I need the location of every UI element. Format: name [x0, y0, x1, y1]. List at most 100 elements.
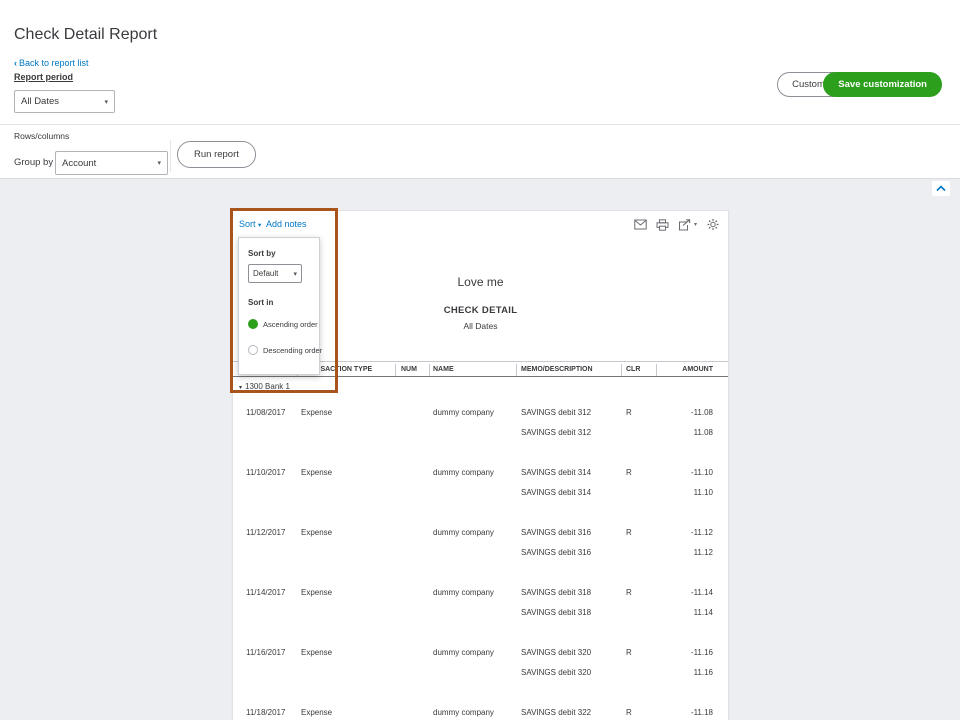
transaction-row[interactable]: 11/14/2017 Expense dummy company SAVINGS de… — [233, 583, 728, 603]
transaction-subrow[interactable]: SAVINGS debit 312 11.08 — [233, 423, 728, 443]
add-notes-link[interactable]: Add notes — [266, 219, 307, 229]
chevron-down-icon: ▾ — [104, 98, 108, 106]
cell-clr: R — [626, 648, 632, 657]
cell-amount: -11.10 — [690, 468, 713, 477]
cell-clr: R — [626, 588, 632, 597]
descending-order-option[interactable]: Descending order — [248, 345, 322, 355]
column-header-num[interactable]: NUM — [401, 362, 417, 377]
chevron-down-icon: ▾ — [258, 222, 262, 229]
gear-icon[interactable] — [706, 218, 720, 231]
cell-name: dummy company — [433, 468, 494, 477]
column-divider — [429, 364, 430, 376]
transaction-subrow[interactable]: SAVINGS debit 318 11.14 — [233, 603, 728, 623]
cell-sub-amount: 11.12 — [693, 548, 713, 557]
transaction-block: 11/16/2017 Expense dummy company SAVINGS de… — [233, 643, 728, 703]
rows-columns-label: Rows/columns — [14, 131, 70, 141]
report-period-dropdown[interactable]: All Dates ▾ — [14, 90, 115, 113]
cell-date: 11/16/2017 — [246, 648, 286, 657]
transaction-subrow[interactable]: SAVINGS debit 314 11.10 — [233, 483, 728, 503]
column-header-amount[interactable]: AMOUNT — [643, 362, 713, 377]
transaction-block: 11/08/2017 Expense dummy company SAVINGS de… — [233, 403, 728, 463]
cell-sub-memo: SAVINGS debit 312 — [521, 428, 592, 437]
sort-popover: Sort by Default ▾ Sort in Ascending orde… — [238, 237, 322, 375]
cell-amount: -11.08 — [690, 408, 713, 417]
sort-by-value: Default — [253, 269, 279, 278]
cell-name: dummy company — [433, 528, 494, 537]
cell-amount: -11.14 — [690, 588, 713, 597]
check-detail-report-page: Check Detail Report ‹ Back to report list… — [0, 0, 960, 720]
run-report-button[interactable]: Run report — [177, 141, 256, 168]
cell-transaction-type: Expense — [301, 468, 333, 477]
export-icon[interactable] — [678, 218, 691, 231]
report-action-icons: ▾ — [634, 218, 720, 231]
transaction-block: 11/14/2017 Expense dummy company SAVINGS de… — [233, 583, 728, 643]
cell-transaction-type: Expense — [301, 648, 333, 657]
cell-transaction-type: Expense — [301, 588, 333, 597]
cell-date: 11/18/2017 — [246, 708, 286, 717]
ascending-order-option[interactable]: Ascending order — [248, 319, 318, 329]
group-row-label: 1300 Bank 1 — [245, 382, 290, 391]
sort-by-label: Sort by — [248, 249, 276, 258]
back-chevron-icon: ‹ — [14, 58, 17, 68]
cell-sub-amount: 11.10 — [693, 488, 713, 497]
column-divider — [621, 364, 622, 376]
header-divider — [0, 124, 960, 125]
cell-sub-amount: 11.16 — [693, 668, 713, 677]
cell-memo: SAVINGS debit 320 — [521, 648, 592, 657]
back-to-report-list-link[interactable]: ‹ Back to report list — [14, 58, 89, 68]
report-period-value: All Dates — [21, 96, 60, 107]
transaction-row[interactable]: 11/08/2017 Expense dummy company SAVINGS de… — [233, 403, 728, 423]
cell-name: dummy company — [433, 588, 494, 597]
cell-sub-memo: SAVINGS debit 318 — [521, 608, 592, 617]
sort-in-label: Sort in — [248, 298, 274, 307]
cell-amount: -11.18 — [690, 708, 713, 717]
chevron-down-icon: ▾ — [293, 270, 297, 278]
cell-clr: R — [626, 408, 632, 417]
transaction-row[interactable]: 11/16/2017 Expense dummy company SAVINGS de… — [233, 643, 728, 663]
radio-selected-icon[interactable] — [248, 319, 258, 329]
column-header-name[interactable]: NAME — [433, 362, 454, 377]
transaction-subrow[interactable]: SAVINGS debit 316 11.12 — [233, 543, 728, 563]
print-icon[interactable] — [656, 218, 669, 231]
report-period-label: Report period — [14, 72, 74, 82]
group-by-value: Account — [62, 157, 97, 169]
transaction-row[interactable]: 11/10/2017 Expense dummy company SAVINGS de… — [233, 463, 728, 483]
group-by-label: Group by — [14, 157, 54, 168]
toolbar-vertical-divider — [170, 140, 171, 172]
column-divider — [516, 364, 517, 376]
cell-sub-memo: SAVINGS debit 320 — [521, 668, 592, 677]
collapse-header-button[interactable] — [932, 181, 950, 196]
save-customization-button[interactable]: Save customization — [823, 72, 942, 97]
transaction-subrow[interactable]: SAVINGS debit 320 11.16 — [233, 663, 728, 683]
group-by-dropdown[interactable]: Account ▾ — [55, 151, 168, 175]
back-link-label: Back to report list — [19, 58, 89, 68]
transaction-row[interactable]: 11/18/2017 Expense dummy company SAVINGS de… — [233, 703, 728, 720]
export-chevron-down-icon[interactable]: ▾ — [694, 221, 697, 228]
transaction-block: 11/18/2017 Expense dummy company SAVINGS de… — [233, 703, 728, 720]
cell-memo: SAVINGS debit 316 — [521, 528, 592, 537]
column-header-clr[interactable]: CLR — [626, 362, 640, 377]
cell-name: dummy company — [433, 648, 494, 657]
column-header-memo-description[interactable]: MEMO/DESCRIPTION — [521, 362, 593, 377]
cell-amount: -11.12 — [690, 528, 713, 537]
cell-memo: SAVINGS debit 314 — [521, 468, 592, 477]
table-body: 11/08/2017 Expense dummy company SAVINGS de… — [233, 403, 728, 720]
cell-sub-memo: SAVINGS debit 314 — [521, 488, 592, 497]
cell-sub-amount: 11.14 — [693, 608, 713, 617]
sort-link[interactable]: Sort ▾ — [239, 219, 261, 229]
cell-sub-memo: SAVINGS debit 316 — [521, 548, 592, 557]
cell-transaction-type: Expense — [301, 528, 333, 537]
transaction-row[interactable]: 11/12/2017 Expense dummy company SAVINGS de… — [233, 523, 728, 543]
cell-transaction-type: Expense — [301, 408, 333, 417]
group-row-bank-account[interactable]: ▾ 1300 Bank 1 — [239, 379, 290, 395]
cell-clr: R — [626, 468, 632, 477]
chevron-down-icon: ▾ — [157, 160, 161, 167]
cell-date: 11/12/2017 — [246, 528, 286, 537]
email-icon[interactable] — [634, 219, 647, 230]
cell-date: 11/10/2017 — [246, 468, 286, 477]
sort-by-dropdown[interactable]: Default ▾ — [248, 264, 302, 283]
descending-order-label: Descending order — [263, 345, 323, 355]
radio-unselected-icon[interactable] — [248, 345, 258, 355]
report-card-toolbar: Sort ▾ Add notes ▾ — [233, 211, 728, 239]
cell-memo: SAVINGS debit 312 — [521, 408, 592, 417]
